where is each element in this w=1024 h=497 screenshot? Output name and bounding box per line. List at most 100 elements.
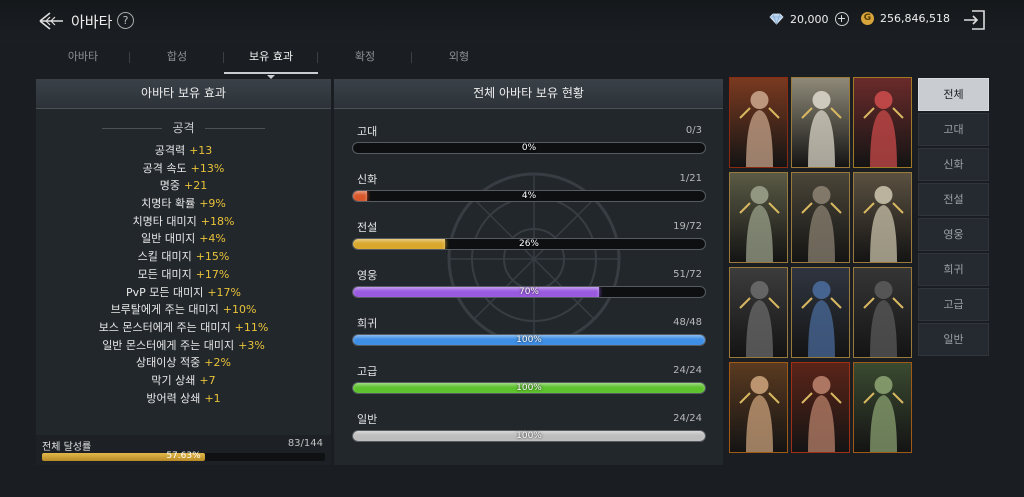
back-arrow-icon xyxy=(39,12,63,30)
stat-name: 치명타 대미지 xyxy=(132,214,197,228)
grade-name: 희귀 xyxy=(357,317,378,330)
grade-progress-bar: 70% xyxy=(352,286,706,298)
stat-name: 공격력 xyxy=(154,144,186,157)
tab-owned-effects-label: 보유 효과 xyxy=(249,50,293,63)
diamond-currency: 20,000 + xyxy=(769,12,849,26)
stat-name: 명중 xyxy=(159,179,181,193)
avatar-card[interactable] xyxy=(853,77,912,168)
help-icon[interactable]: ? xyxy=(117,12,134,29)
stat-value: +15% xyxy=(195,250,230,264)
avatar-card[interactable] xyxy=(853,172,912,263)
avatar-card[interactable] xyxy=(791,362,850,453)
tab-bar: 아바타 합성 보유 효과 확정 외형 xyxy=(36,44,506,79)
grade-count: 0/3 xyxy=(685,125,702,136)
stat-row: 명중 +21 xyxy=(36,177,331,195)
add-diamond-button[interactable]: + xyxy=(834,12,849,26)
filter-button[interactable]: 전체 xyxy=(918,78,989,111)
stat-value: +10% xyxy=(222,303,257,317)
stat-name: 브루탈에게 주는 대미지 xyxy=(110,303,219,317)
avatar-card[interactable] xyxy=(853,362,912,453)
tab-owned-effects[interactable]: 보유 효과 xyxy=(224,44,318,79)
avatar-card[interactable] xyxy=(853,267,912,358)
avatar-card[interactable] xyxy=(729,77,788,168)
back-button[interactable] xyxy=(38,10,64,32)
stat-value: +17% xyxy=(207,285,242,299)
avatar-card[interactable] xyxy=(791,77,850,168)
page-title: 아바타 xyxy=(71,13,113,31)
grade-count: 24/24 xyxy=(673,413,702,424)
gold-coin-icon: G xyxy=(861,12,874,25)
stat-row: 치명타 대미지 +18% xyxy=(36,213,331,231)
avatar-portrait-icon xyxy=(801,91,842,167)
grade-name: 고급 xyxy=(357,365,378,378)
grade-name: 일반 xyxy=(357,413,378,426)
stat-row: 상태이상 적중 +2% xyxy=(36,354,331,372)
avatar-portrait-icon xyxy=(801,281,842,357)
avatar-card[interactable] xyxy=(791,267,850,358)
avatar-portrait-icon xyxy=(801,186,842,262)
grade-percent: 0% xyxy=(521,143,537,153)
avatar-card[interactable] xyxy=(729,267,788,358)
avatar-card[interactable] xyxy=(729,172,788,263)
filter-button[interactable]: 고급 xyxy=(918,288,989,321)
stat-value: +3% xyxy=(238,338,265,352)
grade-progress-bar: 4% xyxy=(352,190,706,202)
stat-value: +9% xyxy=(199,197,226,211)
filter-button[interactable]: 전설 xyxy=(918,183,989,216)
grade-percent: 100% xyxy=(516,335,542,345)
exit-button[interactable] xyxy=(962,9,986,31)
grade-name: 고대 xyxy=(357,125,378,138)
stat-value: +11% xyxy=(234,320,269,334)
stat-name: 스킬 대미지 xyxy=(137,250,192,264)
grade-name: 영웅 xyxy=(357,269,378,282)
tab-avatar[interactable]: 아바타 xyxy=(36,44,130,76)
top-bar: 아바타 ? 20,000 + G 256,846,518 xyxy=(0,0,1024,42)
filter-button[interactable]: 신화 xyxy=(918,148,989,181)
avatar-portrait-icon xyxy=(863,376,904,452)
stat-row: 브루탈에게 주는 대미지 +10% xyxy=(36,301,331,319)
stat-name: 상태이상 적중 xyxy=(136,356,201,370)
achievement-bar: 57.63% xyxy=(42,451,325,461)
tab-confirm[interactable]: 확정 xyxy=(318,44,412,76)
tab-appearance[interactable]: 외형 xyxy=(412,44,506,76)
stat-value: +7 xyxy=(199,373,216,387)
stat-name: PvP 모든 대미지 xyxy=(125,285,204,299)
stat-name: 공격 속도 xyxy=(142,161,187,175)
grade-row: 일반 24/24 100% xyxy=(352,411,706,459)
grade-count: 48/48 xyxy=(673,317,702,328)
collection-status-panel: 전체 아바타 보유 현황 고대 0/3 0% 신화 1/21 4% 전설 19/72 26% 영웅… xyxy=(334,79,723,465)
filter-button[interactable]: 일반 xyxy=(918,323,989,356)
owned-effects-title: 아바타 보유 효과 xyxy=(36,79,331,109)
collection-status-title: 전체 아바타 보유 현황 xyxy=(334,79,723,109)
stat-row: 보스 몬스터에게 주는 대미지 +11% xyxy=(36,319,331,337)
grade-row: 전설 19/72 26% xyxy=(352,219,706,267)
avatar-card[interactable] xyxy=(791,172,850,263)
gold-amount: 256,846,518 xyxy=(880,12,950,25)
stat-row: 스킬 대미지 +15% xyxy=(36,248,331,266)
achievement-section: 전체 달성률 83/144 57.63% xyxy=(36,435,331,465)
grade-row: 고급 24/24 100% xyxy=(352,363,706,411)
stat-value: +13 xyxy=(189,144,213,157)
stat-value: +4% xyxy=(199,232,226,246)
achievement-percent: 57.63% xyxy=(166,451,201,461)
tab-synthesis[interactable]: 합성 xyxy=(130,44,224,76)
grade-row: 영웅 51/72 70% xyxy=(352,267,706,315)
filter-button[interactable]: 고대 xyxy=(918,113,989,146)
avatar-card[interactable] xyxy=(729,362,788,453)
grade-row: 고대 0/3 0% xyxy=(352,123,706,171)
filter-button[interactable]: 영웅 xyxy=(918,218,989,251)
diamond-amount: 20,000 xyxy=(790,12,829,26)
stat-value: +18% xyxy=(200,214,235,228)
grade-percent: 100% xyxy=(516,431,542,441)
stat-name: 모든 대미지 xyxy=(137,267,192,281)
filter-button[interactable]: 희귀 xyxy=(918,253,989,286)
avatar-portrait-icon xyxy=(863,281,904,357)
diamond-icon xyxy=(769,13,784,25)
grade-count: 1/21 xyxy=(679,173,702,184)
grade-progress-bar: 100% xyxy=(352,334,706,346)
stat-name: 방어력 상쇄 xyxy=(146,391,201,405)
stat-value: +1 xyxy=(204,391,221,405)
grade-name: 신화 xyxy=(357,173,378,186)
grade-row: 신화 1/21 4% xyxy=(352,171,706,219)
stat-row: 공격력 +13 xyxy=(36,142,331,160)
